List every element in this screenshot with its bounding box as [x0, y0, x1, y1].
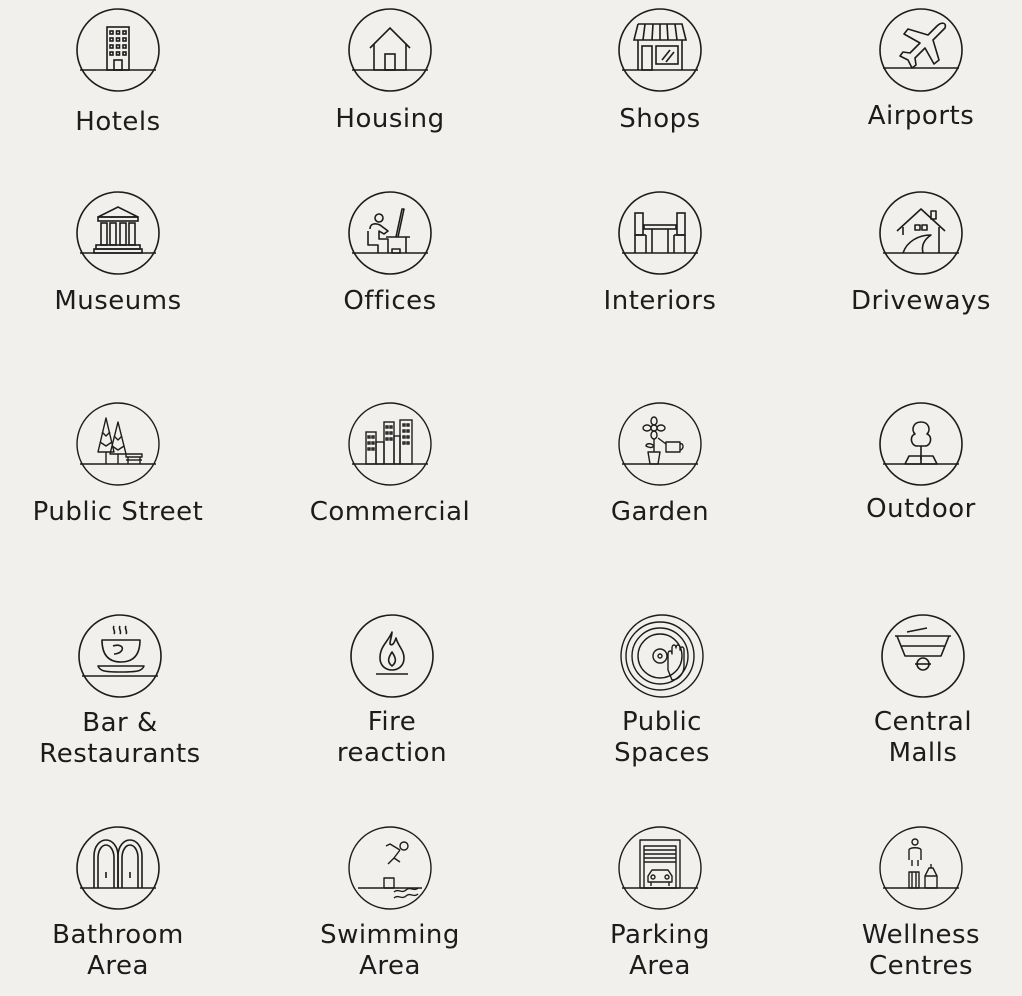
category-interiors[interactable]: Interiors: [550, 191, 770, 361]
category-label: Museums: [54, 286, 182, 316]
category-label: Wellness Centres: [861, 920, 981, 981]
hotel-building-icon: [76, 8, 160, 92]
category-museums[interactable]: Museums: [8, 191, 228, 361]
category-label: Commercial: [309, 497, 471, 527]
museum-icon: [76, 191, 160, 275]
category-grid: Hotels Housing Shops Airports Museums Of…: [0, 0, 1022, 983]
category-airports[interactable]: Airports: [811, 8, 1022, 178]
vinyl-dj-icon: [620, 614, 704, 698]
park-trees-bench-icon: [76, 402, 160, 486]
category-bathroom-area[interactable]: Bathroom Area: [8, 826, 228, 996]
category-housing[interactable]: Housing: [280, 8, 500, 178]
tree-icon: [879, 402, 963, 486]
category-label: Housing: [335, 104, 445, 134]
city-buildings-icon: [348, 402, 432, 486]
category-label: Public Spaces: [614, 707, 710, 768]
category-bar-restaurants[interactable]: Bar & Restaurants: [10, 614, 230, 784]
category-label: Fire reaction: [336, 707, 448, 768]
category-commercial[interactable]: Commercial: [280, 402, 500, 572]
flower-watering-can-icon: [618, 402, 702, 486]
coffee-cup-icon: [78, 614, 162, 698]
category-garden[interactable]: Garden: [550, 402, 770, 572]
wellness-person-icon: [879, 826, 963, 910]
category-wellness-centres[interactable]: Wellness Centres: [811, 826, 1022, 996]
category-parking-area[interactable]: Parking Area: [550, 826, 770, 996]
category-label: Swimming Area: [320, 920, 460, 981]
category-label: Airports: [867, 101, 975, 131]
category-driveways[interactable]: Driveways: [811, 191, 1022, 361]
category-hotels[interactable]: Hotels: [8, 8, 228, 178]
category-public-spaces[interactable]: Public Spaces: [552, 614, 772, 784]
category-label: Parking Area: [610, 920, 710, 981]
category-outdoor[interactable]: Outdoor: [811, 402, 1022, 572]
driveway-house-icon: [879, 191, 963, 275]
office-worker-icon: [348, 191, 432, 275]
category-label: Public Street: [32, 497, 204, 527]
bathroom-doors-icon: [76, 826, 160, 910]
flame-icon: [350, 614, 434, 698]
dining-table-icon: [618, 191, 702, 275]
category-fire-reaction[interactable]: Fire reaction: [282, 614, 502, 784]
house-icon: [348, 8, 432, 92]
category-label: Offices: [343, 286, 437, 316]
category-label: Hotels: [75, 107, 161, 137]
shop-storefront-icon: [618, 8, 702, 92]
category-offices[interactable]: Offices: [280, 191, 500, 361]
category-label: Bathroom Area: [52, 920, 184, 981]
category-label: Garden: [610, 497, 710, 527]
category-label: Central Malls: [873, 707, 973, 768]
category-label: Interiors: [603, 286, 717, 316]
category-swimming-area[interactable]: Swimming Area: [280, 826, 500, 996]
category-label: Shops: [619, 104, 701, 134]
airplane-icon: [879, 8, 963, 92]
category-label: Bar & Restaurants: [39, 708, 201, 769]
category-public-street[interactable]: Public Street: [8, 402, 228, 572]
garage-car-icon: [618, 826, 702, 910]
category-label: Driveways: [851, 286, 991, 316]
mall-floors-icon: [881, 614, 965, 698]
swimmer-diving-icon: [348, 826, 432, 910]
category-central-malls[interactable]: Central Malls: [813, 614, 1022, 784]
category-shops[interactable]: Shops: [550, 8, 770, 178]
category-label: Outdoor: [866, 494, 976, 524]
